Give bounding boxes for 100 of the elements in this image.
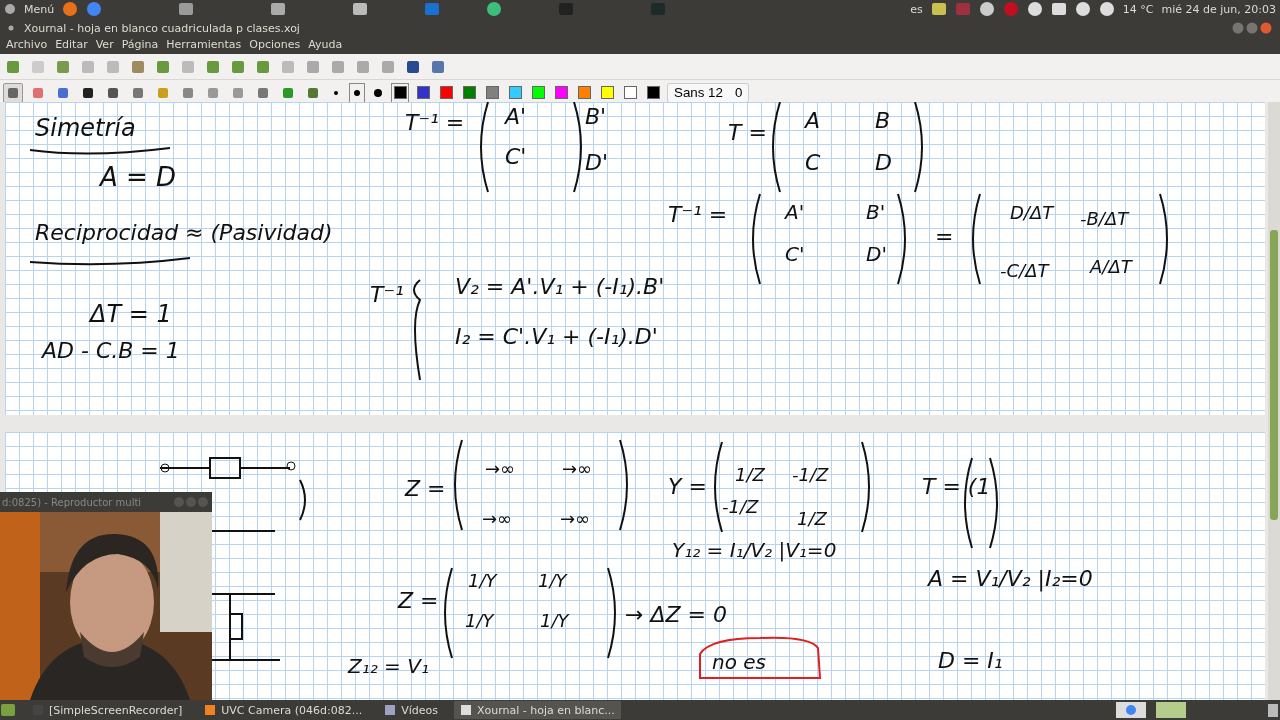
- handwritten-note: Y =: [668, 474, 707, 499]
- workspace-icon[interactable]: [1116, 702, 1146, 718]
- handwritten-note: C: [805, 150, 821, 175]
- toolbar-glyph-icon: [380, 58, 396, 75]
- tool-glyph-icon: [81, 85, 95, 100]
- color-swatch[interactable]: [391, 82, 409, 103]
- handwritten-note: -1/Z: [792, 464, 829, 485]
- tool-glyph-icon: [306, 85, 320, 100]
- toolbar-glyph-icon: [430, 58, 446, 75]
- taskbar-item[interactable]: [SimpleScreenRecorder]: [26, 701, 189, 719]
- handwritten-note: C': [505, 144, 527, 169]
- toolbar-glyph-icon: [355, 58, 371, 75]
- handwritten-note: 1/Y: [538, 570, 567, 591]
- handwritten-note: Reciprocidad ≈ (Pasividad): [35, 220, 333, 245]
- menu-item[interactable]: Editar: [51, 38, 92, 52]
- handwritten-note: Z =: [398, 588, 439, 613]
- handwritten-note: A: [805, 108, 821, 133]
- toolbar-glyph-icon: [405, 58, 421, 75]
- tool-glyph-icon: [6, 85, 20, 100]
- handwritten-note: Simetría: [35, 114, 136, 142]
- maximize-icon[interactable]: [1246, 22, 1258, 34]
- handwritten-note: -B/ΔT: [1080, 208, 1129, 229]
- taskbar-label: Xournal - hoja en blanc...: [476, 703, 615, 717]
- toolbar-glyph-icon: [155, 58, 171, 75]
- handwritten-note: 1/Y: [465, 610, 494, 631]
- handwritten-note: →∞: [482, 508, 513, 529]
- handwritten-note: T =: [728, 120, 767, 145]
- handwritten-note: B': [585, 104, 607, 129]
- handwritten-note: Z₁₂ = V₁: [348, 654, 429, 678]
- handwritten-note: Y₁₂ = I₁/V₂ |V₁=0: [672, 538, 837, 562]
- video-window-title: d:0825) - Reproductor multi: [2, 496, 142, 508]
- handwritten-note: I₂ = C'.V₁ + (-I₁).D': [455, 324, 658, 349]
- handwritten-note: →∞: [485, 458, 516, 479]
- taskbar-label: Vídeos: [401, 703, 438, 717]
- dot-icon: [374, 88, 382, 97]
- handwritten-note: T⁻¹ =: [405, 110, 465, 135]
- tool-glyph-icon: [231, 85, 245, 100]
- toolbar-glyph-icon: [330, 58, 346, 75]
- handwritten-note: T⁻¹: [370, 282, 404, 307]
- handwritten-note: A': [505, 104, 527, 129]
- tool-glyph-icon: [256, 85, 270, 100]
- handwritten-note: T⁻¹ =: [668, 202, 728, 227]
- close-icon[interactable]: [1260, 22, 1272, 34]
- handwritten-note: B: [875, 108, 891, 133]
- tool-glyph-icon: [281, 85, 295, 100]
- tool-glyph-icon: [181, 85, 195, 100]
- handwritten-note: →∞: [562, 458, 593, 479]
- menu-item[interactable]: Ayuda: [304, 38, 347, 52]
- handwritten-note: →∞: [560, 508, 591, 529]
- handwritten-note: -1/Z: [722, 496, 759, 517]
- toolbar-glyph-icon: [105, 58, 121, 75]
- handwritten-note: -C/ΔT: [1000, 260, 1049, 281]
- app-icon: [459, 704, 472, 716]
- toolbar-glyph-icon: [80, 58, 96, 75]
- menu-item[interactable]: Ver: [91, 38, 118, 52]
- taskbar-label: [SimpleScreenRecorder]: [49, 703, 183, 717]
- weather-label[interactable]: 14 °C: [1122, 2, 1154, 16]
- handwritten-note: 1/Y: [540, 610, 569, 631]
- handwritten-note: → ΔZ = 0: [625, 602, 727, 627]
- handwritten-note: Z =: [405, 476, 446, 501]
- handwritten-note: 1/Y: [468, 570, 497, 591]
- clock[interactable]: mié 24 de jun, 20:03: [1161, 2, 1276, 16]
- dot-icon: [354, 89, 360, 96]
- handwritten-note: no es: [712, 650, 766, 674]
- font-button[interactable]: Sans 12 0: [667, 82, 750, 103]
- toolbar-glyph-icon: [5, 58, 21, 75]
- handwritten-note: 1/Z: [735, 464, 765, 485]
- keyboard-layout[interactable]: es: [910, 2, 923, 16]
- scrollbar[interactable]: [1268, 102, 1280, 700]
- tool-glyph-icon: [31, 85, 45, 100]
- taskbar-label: UVC Camera (046d:082...: [221, 703, 363, 717]
- handwritten-note: V₂ = A'.V₁ + (-I₁).B': [455, 274, 665, 299]
- menu-item[interactable]: Archivo: [2, 38, 52, 52]
- taskbar-item[interactable]: Vídeos: [378, 701, 444, 719]
- taskbar-item[interactable]: UVC Camera (046d:082...: [198, 701, 369, 719]
- menu-item[interactable]: Página: [117, 38, 163, 52]
- toolbar-glyph-icon: [180, 58, 196, 75]
- menu-item[interactable]: Opciones: [245, 38, 305, 52]
- toolbar-glyph-icon: [280, 58, 296, 75]
- menu-logo-icon[interactable]: [4, 3, 16, 15]
- minimize-icon[interactable]: [1232, 22, 1244, 34]
- handwritten-note: T = (1: [922, 474, 991, 499]
- handwritten-note: ΔT = 1: [90, 300, 172, 328]
- taskbar-item[interactable]: Xournal - hoja en blanc...: [453, 701, 621, 719]
- menu-label[interactable]: Menú: [24, 2, 55, 16]
- handwritten-note: D': [585, 150, 608, 175]
- handwritten-note: A/ΔT: [1090, 256, 1132, 277]
- app-icon: [204, 704, 217, 716]
- tool-glyph-icon: [106, 85, 120, 100]
- handwritten-note: C': [785, 242, 805, 266]
- menu-item[interactable]: Herramientas: [162, 38, 246, 52]
- bullet-icon: [8, 25, 14, 31]
- toolbar-glyph-icon: [230, 58, 246, 75]
- handwritten-note: D': [866, 242, 887, 266]
- handwritten-note: D: [875, 150, 892, 175]
- tool-glyph-icon: [131, 85, 145, 100]
- scroll-thumb[interactable]: [1270, 230, 1278, 520]
- window-title: Xournal - hoja en blanco cuadriculada p clases.xoj: [24, 21, 300, 35]
- app-icon: [384, 704, 397, 716]
- handwritten-note: AD - C.B = 1: [42, 338, 180, 363]
